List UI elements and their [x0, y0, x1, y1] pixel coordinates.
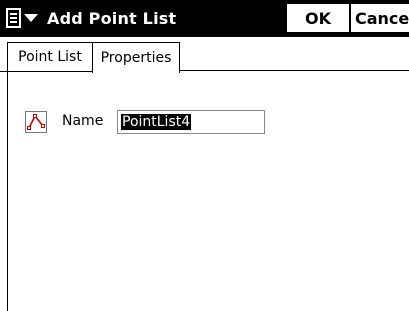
panel-left-border-top: [0, 71, 7, 72]
point-list-icon: [25, 111, 47, 133]
name-input-value: PointList4: [121, 114, 192, 130]
tab-properties[interactable]: Properties: [92, 42, 180, 73]
ok-button[interactable]: OK: [287, 4, 349, 32]
tab-strip: Point List Properties: [0, 37, 409, 73]
cancel-button[interactable]: Cancel: [351, 4, 409, 32]
window-title: Add Point List: [47, 9, 177, 28]
panel-left-border: [7, 71, 8, 311]
name-label: Name: [62, 113, 104, 129]
chevron-down-icon: [24, 14, 38, 22]
title-bar: Add Point List OK Cancel: [0, 0, 409, 37]
tab-divider: [180, 70, 409, 71]
tab-point-list[interactable]: Point List: [7, 42, 92, 72]
document-menu-button[interactable]: [6, 6, 42, 30]
name-row: Name PointList4: [25, 110, 265, 134]
document-icon: [6, 8, 21, 28]
name-input[interactable]: PointList4: [117, 110, 265, 134]
